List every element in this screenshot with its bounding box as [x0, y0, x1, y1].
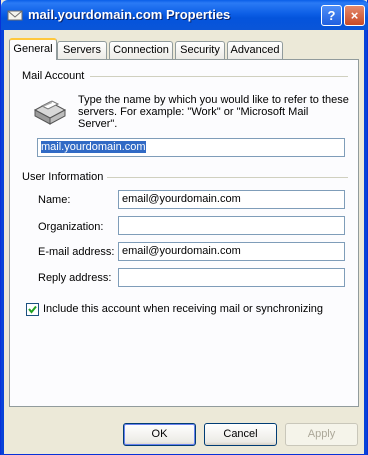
include-account-label[interactable]: Include this account when receiving mail…: [43, 303, 323, 315]
organization-field[interactable]: [118, 216, 345, 235]
window-frame-right: [364, 30, 367, 455]
close-button[interactable]: ×: [344, 5, 365, 26]
window-frame-left: [1, 30, 4, 455]
email-field[interactable]: email@yourdomain.com: [118, 242, 345, 261]
envelope-icon: [7, 10, 23, 21]
help-button[interactable]: ?: [321, 5, 342, 26]
mail-server-icon: [33, 100, 67, 125]
mail-account-group-label: Mail Account: [22, 70, 89, 82]
name-field[interactable]: email@yourdomain.com: [118, 190, 345, 209]
tab-general[interactable]: General: [9, 38, 57, 60]
user-info-divider: [106, 177, 348, 178]
tab-servers[interactable]: Servers: [57, 41, 107, 59]
mail-account-divider: [90, 76, 348, 77]
email-label: E-mail address:: [38, 246, 115, 258]
checkmark-icon: [28, 305, 37, 314]
name-label: Name:: [38, 194, 71, 206]
tab-connection[interactable]: Connection: [109, 41, 173, 59]
general-tab-panel: Mail Account Type the name by which you …: [9, 59, 359, 407]
include-account-checkbox[interactable]: [26, 303, 39, 316]
tab-advanced[interactable]: Advanced: [227, 41, 283, 59]
ok-button[interactable]: OK: [123, 423, 196, 446]
title-bar[interactable]: mail.yourdomain.com Properties ? ×: [1, 0, 368, 30]
user-info-group-label: User Information: [22, 171, 108, 183]
properties-dialog: mail.yourdomain.com Properties ? × Gener…: [0, 0, 368, 455]
tab-security[interactable]: Security: [175, 41, 225, 59]
account-name-value: mail.yourdomain.com: [41, 141, 146, 153]
window-title: mail.yourdomain.com Properties: [28, 7, 231, 22]
reply-address-label: Reply address:: [38, 272, 112, 284]
apply-button: Apply: [285, 423, 358, 446]
cancel-button[interactable]: Cancel: [204, 423, 277, 446]
reply-address-field[interactable]: [118, 268, 345, 287]
organization-label: Organization:: [38, 221, 104, 233]
account-name-input[interactable]: mail.yourdomain.com: [37, 138, 345, 157]
mail-account-description: Type the name by which you would like to…: [78, 94, 349, 130]
